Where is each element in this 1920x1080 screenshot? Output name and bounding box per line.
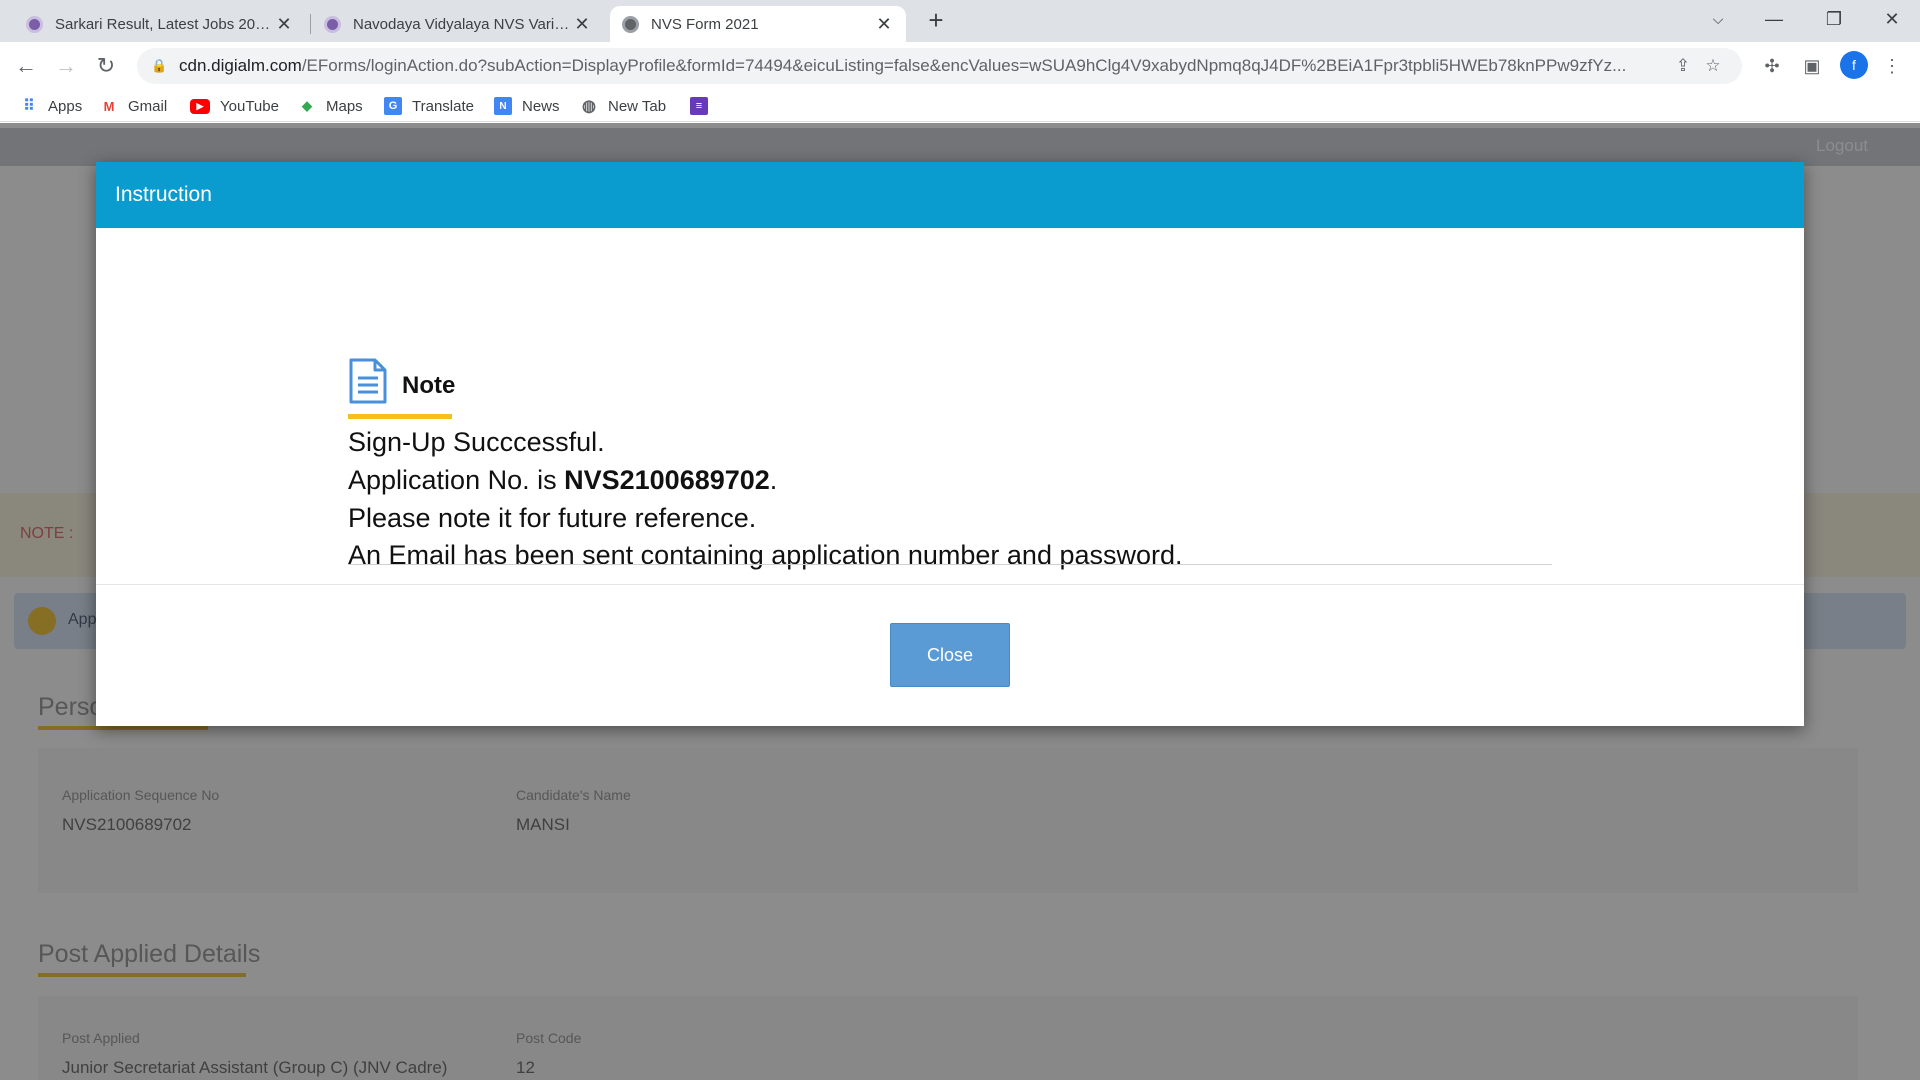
close-tab-icon[interactable]: ✕ (874, 14, 894, 35)
maps-icon: ◆ (302, 98, 312, 113)
tab-title: Navodaya Vidyalaya NVS Various (353, 15, 572, 33)
back-arrow-icon[interactable]: ← (10, 50, 42, 82)
news-icon: N (494, 97, 512, 115)
url-domain: cdn.digialm.com (179, 56, 302, 75)
bookmarks-bar: ⠿ Apps M Gmail ▶ YouTube ◆ Maps G Transl… (0, 90, 1920, 122)
minimize-icon[interactable]: — (1746, 0, 1802, 40)
application-number-prefix: Application No. is (348, 465, 565, 495)
reload-icon[interactable]: ↻ (90, 50, 122, 82)
translate-icon: G (384, 97, 402, 115)
browser-tab-strip: Sarkari Result, Latest Jobs 2022 , ✕ Nav… (0, 0, 1920, 42)
bookmark-label: Apps (48, 97, 83, 115)
apps-grid-icon: ⠿ (23, 98, 35, 115)
window-close-icon[interactable]: ✕ (1864, 0, 1920, 40)
tab-navodaya[interactable]: Navodaya Vidyalaya NVS Various ✕ (312, 6, 604, 42)
modal-title: Instruction (115, 183, 212, 206)
bookmark-label: YouTube (220, 97, 279, 115)
bookmark-apps[interactable]: ⠿ Apps (20, 95, 82, 117)
url-text: cdn.digialm.com/EForms/loginAction.do?su… (179, 56, 1668, 76)
bookmark-forms[interactable]: ≡ (690, 95, 718, 117)
email-sent-message: An Email has been sent containing applic… (348, 540, 1183, 570)
application-number: NVS2100689702 (564, 465, 770, 495)
share-icon[interactable]: ⇪ (1668, 56, 1698, 76)
forward-arrow-icon[interactable]: → (50, 50, 82, 82)
bookmark-label: News (522, 97, 560, 115)
tab-title: NVS Form 2021 (651, 15, 759, 33)
browser-toolbar: ← → ↻ 🔒 cdn.digialm.com/EForms/loginActi… (0, 42, 1920, 90)
note-title: Note (402, 372, 456, 399)
close-tab-icon[interactable]: ✕ (572, 14, 592, 35)
note-heading: Note (348, 358, 455, 404)
note-underline (348, 414, 452, 419)
tab-title: Sarkari Result, Latest Jobs 2022 , (55, 15, 274, 33)
gmail-icon: M (103, 98, 115, 114)
bookmark-star-icon[interactable]: ☆ (1698, 56, 1728, 76)
application-number-message: Application No. is NVS2100689702. (348, 465, 777, 496)
close-button[interactable]: Close (890, 623, 1010, 687)
menu-kebab-icon[interactable]: ⋮ (1876, 50, 1908, 82)
modal-footer: Close (96, 584, 1804, 726)
restore-icon[interactable]: ❐ (1806, 0, 1862, 40)
bookmark-youtube[interactable]: ▶ YouTube (190, 95, 279, 117)
signup-success-message: Sign-Up Succcessful. (348, 427, 605, 457)
bookmark-label: Maps (326, 97, 363, 115)
side-panel-icon[interactable]: ▣ (1796, 50, 1828, 82)
bookmark-label: New Tab (608, 97, 667, 115)
reference-message: Please note it for future reference. (348, 503, 757, 533)
application-number-suffix: . (769, 465, 778, 495)
instruction-modal: Instruction Note Sign-Up Succcessful. Ap… (96, 162, 1804, 726)
bookmark-label: Translate (412, 97, 474, 115)
forms-icon: ≡ (690, 97, 708, 115)
extensions-puzzle-icon[interactable]: ✣ (1756, 50, 1788, 82)
globe-icon (622, 15, 639, 33)
bookmark-news[interactable]: N News (494, 95, 560, 117)
site-favicon-icon (26, 15, 43, 33)
bookmark-new-tab[interactable]: ◍ New Tab (580, 95, 666, 117)
url-path: /EForms/loginAction.do?subAction=Display… (301, 56, 1627, 75)
site-favicon-icon (324, 15, 341, 33)
profile-avatar[interactable]: f (1840, 51, 1868, 79)
tab-sarkari-result[interactable]: Sarkari Result, Latest Jobs 2022 , ✕ (14, 6, 306, 42)
modal-body: Note Sign-Up Succcessful. Application No… (96, 228, 1804, 584)
tab-divider (310, 14, 311, 34)
address-bar[interactable]: 🔒 cdn.digialm.com/EForms/loginAction.do?… (137, 48, 1742, 84)
globe-icon: ◍ (582, 98, 596, 115)
youtube-icon: ▶ (190, 98, 210, 114)
document-icon (348, 358, 388, 404)
bookmark-translate[interactable]: G Translate (384, 95, 474, 117)
tab-nvs-form[interactable]: NVS Form 2021 ✕ (610, 6, 906, 42)
modal-header: Instruction (96, 162, 1804, 228)
tab-search-chevron-icon[interactable]: ⌵ (1690, 0, 1746, 40)
lock-icon: 🔒 (151, 58, 168, 73)
body-divider (348, 564, 1552, 565)
new-tab-button[interactable]: + (922, 6, 950, 36)
bookmark-maps[interactable]: ◆ Maps (298, 95, 363, 117)
close-tab-icon[interactable]: ✕ (274, 14, 294, 35)
bookmark-label: Gmail (128, 97, 168, 115)
bookmark-gmail[interactable]: M Gmail (100, 95, 168, 117)
